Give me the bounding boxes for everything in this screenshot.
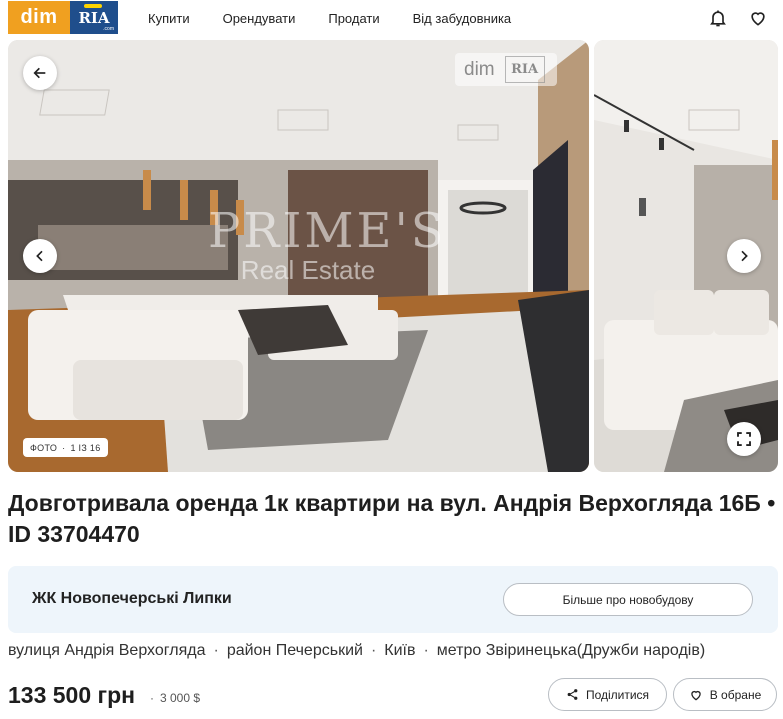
share-icon [567, 689, 578, 700]
photo-gallery: dim RIA PRIME'S Real Estate ФОТО · 1 ІЗ … [8, 40, 778, 472]
residential-complex-block: ЖК Новопечерські Липки Більше про новобу… [8, 566, 778, 633]
logo-ria-text: RIA [78, 8, 110, 27]
agency-watermark: PRIME'S Real Estate [208, 203, 447, 286]
logo-ria: RIA .com [70, 1, 118, 34]
main-photo[interactable]: dim RIA PRIME'S Real Estate ФОТО · 1 ІЗ … [8, 40, 589, 472]
listing-title: Довготривала оренда 1к квартири на вул. … [8, 490, 776, 547]
more-about-complex-button[interactable]: Більше про новобудову [503, 583, 753, 616]
photo-counter-label: ФОТО [30, 442, 58, 453]
top-header: dim RIA .com Купити Орендувати Продати В… [0, 0, 783, 36]
chevron-left-icon [36, 250, 43, 262]
price-uah: 133 500 грн [8, 682, 136, 708]
site-logo[interactable]: dim RIA .com [8, 1, 118, 34]
address-street[interactable]: вулиця Андрія Верхогляда [8, 642, 205, 659]
agency-watermark-tagline: Real Estate [240, 255, 376, 285]
price-usd-value: 3 000 $ [160, 691, 201, 705]
nav-rent[interactable]: Орендувати [223, 11, 296, 26]
agency-watermark-name: PRIME'S [208, 203, 447, 259]
fullscreen-icon [737, 432, 751, 446]
complex-name[interactable]: ЖК Новопечерські Липки [32, 590, 232, 608]
watermark-ria-text: RIA [504, 56, 545, 83]
photo-counter-value: 1 ІЗ 16 [70, 442, 101, 453]
back-button[interactable] [23, 56, 57, 90]
chevron-right-icon [741, 250, 748, 262]
bell-icon[interactable] [708, 8, 728, 28]
heart-icon [690, 690, 701, 700]
main-nav: Купити Орендувати Продати Від забудовник… [148, 0, 544, 36]
address-line: вулиця Андрія Верхогляда · район Печерськи… [8, 642, 706, 659]
prev-photo-button[interactable] [23, 239, 57, 273]
address-district[interactable]: район Печерський [227, 642, 363, 659]
favorite-button[interactable]: В обране [673, 678, 777, 711]
fullscreen-button[interactable] [727, 422, 761, 456]
arrow-left-icon [33, 67, 46, 79]
share-label: Поділитися [585, 687, 650, 702]
nav-developer[interactable]: Від забудовника [413, 11, 512, 26]
dimria-watermark: dim RIA [455, 53, 557, 86]
nav-sell[interactable]: Продати [328, 11, 379, 26]
watermark-dim-text: dim [464, 58, 495, 80]
address-city[interactable]: Київ [384, 642, 415, 659]
photo-counter: ФОТО · 1 ІЗ 16 [23, 438, 108, 457]
address-metro[interactable]: метро Звіринецька(Дружби народів) [437, 642, 705, 659]
favorite-label: В обране [709, 687, 762, 702]
share-button[interactable]: Поділитися [548, 678, 667, 711]
nav-buy[interactable]: Купити [148, 11, 190, 26]
logo-ria-domain: .com [103, 26, 114, 32]
heart-icon[interactable] [748, 8, 768, 28]
price-usd: · 3 000 $ [150, 691, 201, 705]
next-photo-button[interactable] [727, 239, 761, 273]
logo-dim: dim [8, 1, 70, 34]
logo-flag-stripe [84, 4, 102, 8]
